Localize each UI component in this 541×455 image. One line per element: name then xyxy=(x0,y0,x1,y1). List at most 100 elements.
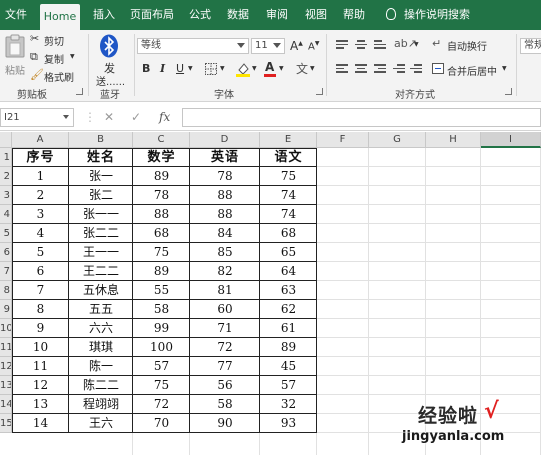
table-cell[interactable]: 张二二 xyxy=(69,224,133,243)
table-cell[interactable]: 90 xyxy=(190,414,260,433)
borders-icon[interactable] xyxy=(205,63,217,75)
number-format-select[interactable]: 常规 xyxy=(520,38,541,54)
bluetooth-send-button[interactable]: 发 送...... xyxy=(92,32,130,88)
font-name-select[interactable]: 等线 xyxy=(137,38,249,54)
tab-home[interactable]: Home xyxy=(40,4,80,30)
increase-indent-icon[interactable] xyxy=(410,64,422,74)
table-cell[interactable]: 7 xyxy=(12,281,69,300)
table-cell[interactable]: 11 xyxy=(12,357,69,376)
table-cell[interactable]: 王六 xyxy=(69,414,133,433)
table-cell[interactable]: 77 xyxy=(190,357,260,376)
table-cell[interactable]: 8 xyxy=(12,300,69,319)
table-cell[interactable]: 56 xyxy=(190,376,260,395)
row-header-8[interactable]: 8 xyxy=(0,281,12,300)
bold-button[interactable]: B xyxy=(142,62,150,75)
column-header-a[interactable]: A xyxy=(12,132,69,148)
align-right-icon[interactable] xyxy=(374,64,386,74)
table-header-cell[interactable]: 序号 xyxy=(12,148,69,167)
row-header-7[interactable]: 7 xyxy=(0,262,12,281)
table-cell[interactable]: 4 xyxy=(12,224,69,243)
tab-insert[interactable]: 插入 xyxy=(92,0,116,30)
table-cell[interactable]: 5 xyxy=(12,243,69,262)
format-painter-button[interactable]: 🖌 格式刷 xyxy=(30,68,76,84)
table-cell[interactable]: 78 xyxy=(190,167,260,186)
table-cell[interactable]: 张一一 xyxy=(69,205,133,224)
tab-help[interactable]: 帮助 xyxy=(342,0,366,30)
table-cell[interactable]: 74 xyxy=(260,205,317,224)
row-header-12[interactable]: 12 xyxy=(0,357,12,376)
row-header-11[interactable]: 11 xyxy=(0,338,12,357)
table-cell[interactable]: 57 xyxy=(260,376,317,395)
column-header-e[interactable]: E xyxy=(260,132,317,148)
tab-file[interactable]: 文件 xyxy=(4,0,28,30)
table-cell[interactable]: 张二 xyxy=(69,186,133,205)
decrease-font-button[interactable]: A▼ xyxy=(308,40,319,52)
table-cell[interactable]: 62 xyxy=(260,300,317,319)
row-header-5[interactable]: 5 xyxy=(0,224,12,243)
table-cell[interactable]: 81 xyxy=(190,281,260,300)
row-header-6[interactable]: 6 xyxy=(0,243,12,262)
table-cell[interactable]: 75 xyxy=(260,167,317,186)
row-header-2[interactable]: 2 xyxy=(0,167,12,186)
table-cell[interactable]: 六六 xyxy=(69,319,133,338)
table-cell[interactable]: 3 xyxy=(12,205,69,224)
table-cell[interactable]: 琪琪 xyxy=(69,338,133,357)
column-header-b[interactable]: B xyxy=(69,132,133,148)
italic-button[interactable]: I xyxy=(160,62,165,75)
table-cell[interactable]: 85 xyxy=(190,243,260,262)
align-top-icon[interactable] xyxy=(336,40,348,50)
table-cell[interactable]: 100 xyxy=(133,338,190,357)
table-cell[interactable]: 55 xyxy=(133,281,190,300)
table-header-cell[interactable]: 姓名 xyxy=(69,148,133,167)
table-cell[interactable]: 71 xyxy=(190,319,260,338)
table-cell[interactable]: 88 xyxy=(190,186,260,205)
row-header-1[interactable]: 1 xyxy=(0,148,12,167)
table-cell[interactable]: 陈一 xyxy=(69,357,133,376)
table-cell[interactable]: 12 xyxy=(12,376,69,395)
table-cell[interactable]: 10 xyxy=(12,338,69,357)
table-cell[interactable]: 72 xyxy=(190,338,260,357)
align-center-icon[interactable] xyxy=(355,64,367,74)
table-cell[interactable]: 2 xyxy=(12,186,69,205)
table-cell[interactable]: 84 xyxy=(190,224,260,243)
fill-color-icon[interactable] xyxy=(236,61,250,77)
tab-view[interactable]: 视图 xyxy=(304,0,328,30)
table-cell[interactable]: 王二二 xyxy=(69,262,133,281)
row-header-4[interactable]: 4 xyxy=(0,205,12,224)
table-cell[interactable]: 1 xyxy=(12,167,69,186)
row-header-15[interactable]: 15 xyxy=(0,414,12,433)
table-cell[interactable]: 程翊翊 xyxy=(69,395,133,414)
table-cell[interactable]: 14 xyxy=(12,414,69,433)
table-cell[interactable]: 88 xyxy=(133,205,190,224)
align-middle-icon[interactable] xyxy=(355,40,367,50)
table-cell[interactable]: 68 xyxy=(260,224,317,243)
table-cell[interactable]: 60 xyxy=(190,300,260,319)
table-cell[interactable]: 61 xyxy=(260,319,317,338)
name-box[interactable]: I21 xyxy=(0,108,74,127)
decrease-indent-icon[interactable] xyxy=(393,64,405,74)
column-header-d[interactable]: D xyxy=(190,132,260,148)
copy-button[interactable]: ⧉ 复制 ▼ xyxy=(30,50,75,66)
table-cell[interactable]: 89 xyxy=(133,262,190,281)
font-color-button[interactable]: A xyxy=(264,60,276,77)
table-cell[interactable]: 五五 xyxy=(69,300,133,319)
insert-function-icon[interactable]: fx xyxy=(159,110,170,124)
table-cell[interactable]: 6 xyxy=(12,262,69,281)
column-header-c[interactable]: C xyxy=(133,132,190,148)
table-cell[interactable]: 58 xyxy=(190,395,260,414)
table-cell[interactable]: 75 xyxy=(133,243,190,262)
tab-formulas[interactable]: 公式 xyxy=(188,0,212,30)
cut-button[interactable]: ✂ 剪切 xyxy=(30,32,70,48)
align-left-icon[interactable] xyxy=(336,64,348,74)
table-cell[interactable]: 65 xyxy=(260,243,317,262)
table-header-cell[interactable]: 英语 xyxy=(190,148,260,167)
table-header-cell[interactable]: 数学 xyxy=(133,148,190,167)
column-header-h[interactable]: H xyxy=(426,132,481,148)
table-cell[interactable]: 58 xyxy=(133,300,190,319)
column-header-i[interactable]: I xyxy=(481,132,541,148)
table-cell[interactable]: 张一 xyxy=(69,167,133,186)
table-cell[interactable]: 74 xyxy=(260,186,317,205)
table-cell[interactable]: 78 xyxy=(133,186,190,205)
table-cell[interactable]: 72 xyxy=(133,395,190,414)
row-header-9[interactable]: 9 xyxy=(0,300,12,319)
